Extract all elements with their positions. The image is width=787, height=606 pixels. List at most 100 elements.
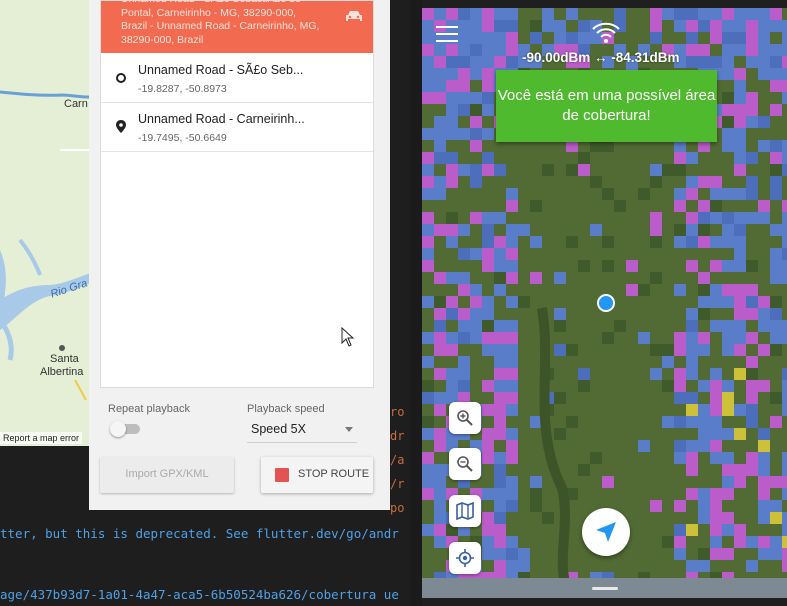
coverage-tile <box>770 140 782 152</box>
zoom-in-button[interactable] <box>449 402 481 434</box>
coverage-tile <box>746 356 758 368</box>
zoom-out-button[interactable] <box>449 448 481 480</box>
emulator-window: Carn Rio Gra Santa Albertina Report a ma… <box>0 0 410 606</box>
coverage-tile <box>710 524 722 536</box>
coverage-tile <box>470 20 482 32</box>
coverage-tile <box>770 68 782 80</box>
coverage-tile <box>434 92 446 104</box>
coverage-tile <box>770 224 782 236</box>
coverage-tile <box>458 380 470 392</box>
coverage-tile <box>758 68 770 80</box>
emulator-map[interactable]: Carn Rio Gra Santa Albertina Report a ma… <box>0 0 100 446</box>
coverage-tile <box>686 236 698 248</box>
coverage-tile <box>674 188 686 200</box>
coverage-tile <box>458 8 470 20</box>
coverage-tile <box>734 8 746 20</box>
coverage-tile <box>446 92 458 104</box>
coverage-tile <box>734 260 746 272</box>
coverage-tile <box>434 140 446 152</box>
menu-icon[interactable] <box>436 26 458 42</box>
navigate-button[interactable] <box>582 508 630 556</box>
report-map-error-link[interactable]: Report a map error <box>0 432 83 444</box>
coverage-tile <box>758 512 770 524</box>
coverage-tile <box>770 296 782 308</box>
coverage-tile <box>482 488 494 500</box>
coverage-tile <box>698 428 710 440</box>
coverage-tile <box>686 332 698 344</box>
map-layers-button[interactable] <box>449 495 481 527</box>
coverage-tile <box>734 116 746 128</box>
coverage-tile <box>770 344 782 356</box>
repeat-playback-toggle[interactable] <box>110 421 142 437</box>
playback-speed-select[interactable]: Speed 5X <box>247 418 357 443</box>
terminal-fragment: /a <box>390 453 405 467</box>
coverage-tile <box>422 476 434 488</box>
gesture-handle[interactable] <box>592 587 618 590</box>
toggle-thumb <box>110 421 126 437</box>
coverage-tile <box>446 8 458 20</box>
playback-speed-label: Playback speed <box>247 403 325 415</box>
coverage-tile <box>758 56 770 68</box>
coverage-tile <box>554 32 566 44</box>
coverage-tile <box>482 128 494 140</box>
coverage-tile <box>434 56 446 68</box>
coverage-tile <box>770 512 782 524</box>
coverage-tile <box>458 32 470 44</box>
coverage-tile <box>782 272 787 284</box>
coverage-tile <box>722 344 734 356</box>
coverage-tile <box>782 512 787 524</box>
coverage-tile <box>674 164 686 176</box>
coverage-tile <box>758 548 770 560</box>
coverage-tile <box>710 236 722 248</box>
navigation-arrow-icon <box>596 522 616 542</box>
coverage-tile <box>686 308 698 320</box>
coverage-tile <box>446 80 458 92</box>
route-list-item[interactable]: Unnamed Road - Carneirinh... -19.7495, -… <box>101 103 373 152</box>
console-line[interactable]: age/437b93d7-1a01-4a47-aca5-6b50524ba626… <box>0 587 399 602</box>
coverage-tile <box>482 380 494 392</box>
coverage-tile <box>782 404 787 416</box>
coverage-tile <box>434 296 446 308</box>
coverage-tile <box>770 8 782 20</box>
coverage-tile <box>482 404 494 416</box>
coverage-tile <box>578 20 590 32</box>
coverage-tile <box>482 152 494 164</box>
import-gpx-button[interactable]: Import GPX/KML <box>100 457 234 493</box>
coverage-tile <box>782 548 787 560</box>
coverage-tile <box>506 20 518 32</box>
coverage-tile <box>602 476 614 488</box>
coverage-tile <box>422 32 434 44</box>
coverage-tile <box>434 152 446 164</box>
coverage-tile <box>698 560 710 572</box>
coverage-tile <box>494 260 506 272</box>
coverage-tile <box>722 20 734 32</box>
coverage-tile <box>470 248 482 260</box>
stop-route-button[interactable]: STOP ROUTE <box>261 457 373 493</box>
coverage-tile <box>674 416 686 428</box>
coverage-tile <box>698 296 710 308</box>
my-location-button[interactable] <box>449 542 481 574</box>
coverage-tile <box>506 500 518 512</box>
coverage-tile <box>734 104 746 116</box>
coverage-tile <box>470 212 482 224</box>
coverage-tile <box>758 296 770 308</box>
coverage-tile <box>434 272 446 284</box>
coverage-tile <box>422 212 434 224</box>
active-route-item[interactable]: Unnamed Road - SÃ£o SebastiÃ£o do Pontal… <box>101 1 373 53</box>
coverage-tile <box>734 428 746 440</box>
coverage-tile <box>770 272 782 284</box>
coverage-tile <box>470 44 482 56</box>
coverage-tile <box>758 200 770 212</box>
coverage-tile <box>734 236 746 248</box>
coverage-tile <box>494 20 506 32</box>
coverage-tile <box>494 56 506 68</box>
coverage-tile <box>470 140 482 152</box>
coverage-tile <box>770 44 782 56</box>
coverage-tile <box>446 68 458 80</box>
coverage-tile <box>758 116 770 128</box>
coverage-tile <box>494 560 506 572</box>
coverage-tile <box>770 248 782 260</box>
coverage-tile <box>422 44 434 56</box>
repeat-playback-label: Repeat playback <box>108 403 190 415</box>
route-list-item[interactable]: Unnamed Road - SÃ£o Seb... -19.8287, -50… <box>101 54 373 103</box>
